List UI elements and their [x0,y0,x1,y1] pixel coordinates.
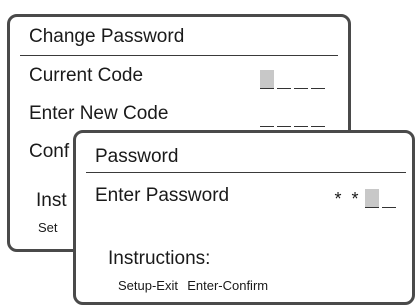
masked-digit: * [334,189,342,209]
password-dialog: Password Enter Password * * Instructions:… [73,130,415,305]
masked-digit: * [351,189,359,209]
password-field[interactable]: * * [331,186,399,208]
enter-new-code-label: Enter New Code [29,103,169,124]
new-code-field[interactable] [260,105,328,127]
code-cell [365,189,379,208]
code-cell [382,189,396,208]
enter-password-label: Enter Password [95,185,230,206]
hint-text: Setup-Exit Enter-Confirm [118,278,269,293]
code-cell [294,70,308,89]
code-cell [277,108,291,127]
instructions-label: Inst [36,190,67,211]
instructions-label: Instructions: [108,248,211,269]
hint-text: Set [38,220,58,235]
title-divider [20,55,338,56]
code-cell [311,108,325,127]
title-divider [86,172,406,173]
dialog-title: Change Password [29,26,185,47]
code-cell [260,108,274,127]
current-code-field[interactable] [260,67,328,89]
code-cell [260,70,274,89]
code-cell [311,70,325,89]
confirm-code-label: Conf [29,141,70,162]
dialog-title: Password [95,146,179,167]
current-code-label: Current Code [29,65,144,86]
code-cell [277,70,291,89]
code-cell [294,108,308,127]
